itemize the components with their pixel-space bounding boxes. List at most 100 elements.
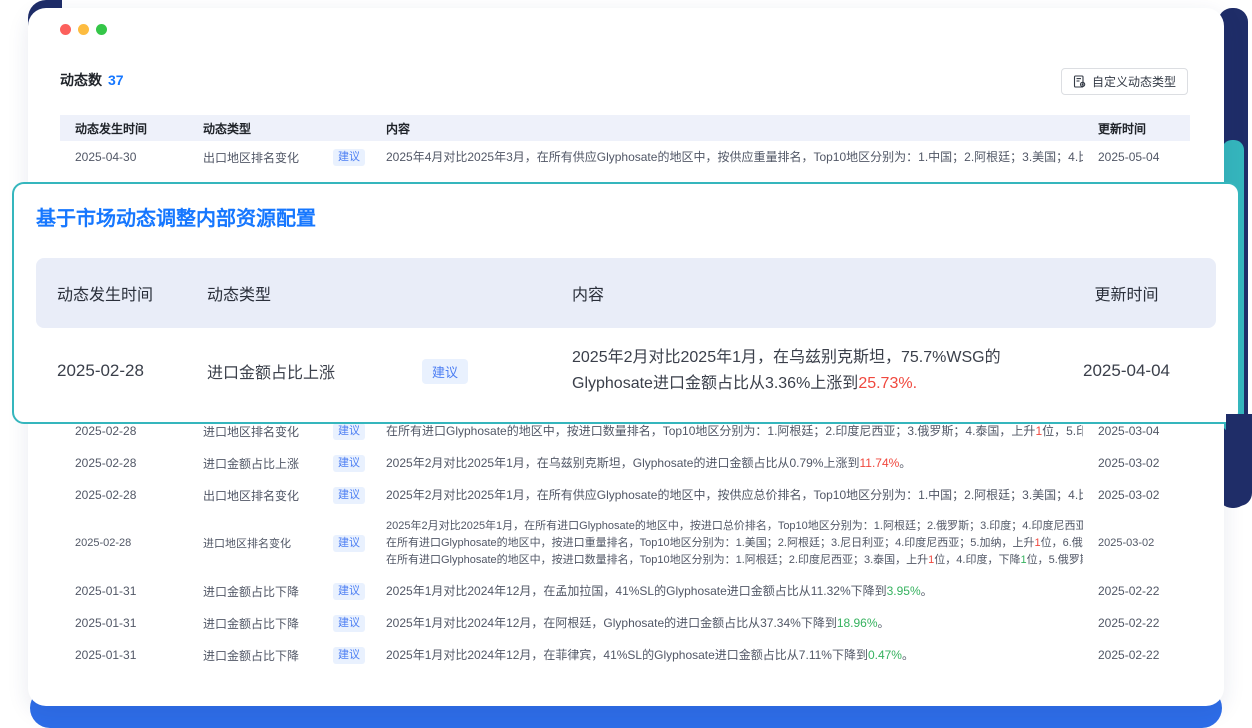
header-content: 内容 bbox=[371, 120, 1083, 137]
overlay-header-time: 动态发生时间 bbox=[57, 281, 207, 305]
content-line: 2025年2月对比2025年1月，在所有进口Glyphosate的地区中，按进口… bbox=[386, 518, 1083, 535]
row-type: 进口地区排名变化 bbox=[188, 535, 333, 551]
maximize-window-icon[interactable] bbox=[96, 24, 107, 35]
value-up-text: 11.74% bbox=[859, 456, 899, 470]
content-line: 2025年4月对比2025年3月，在所有供应Glyphosate的地区中，按供应… bbox=[386, 149, 1083, 166]
row-content: 2025年1月对比2024年12月，在孟加拉国，41%SL的Glyphosate… bbox=[371, 583, 1083, 600]
content-line: 在所有进口Glyphosate的地区中，按进口数量排名，Top10地区分别为：1… bbox=[386, 423, 1083, 440]
content-text: 2025年1月对比2024年12月，在菲律宾，41%SL的Glyphosate进… bbox=[386, 648, 868, 662]
overlay-row-type: 进口金额占比上涨 bbox=[207, 359, 422, 383]
table-row[interactable]: 2025-02-28进口地区排名变化建议 2025年2月对比2025年1月，在所有… bbox=[60, 511, 1190, 575]
row-updated: 2025-03-02 bbox=[1083, 456, 1190, 470]
overlay-header-content: 内容 bbox=[572, 281, 1037, 305]
row-updated: 2025-02-22 bbox=[1083, 584, 1190, 598]
overlay-header-row: 动态发生时间 动态类型 内容 更新时间 bbox=[36, 258, 1216, 328]
content-text: 2025年1月对比2024年12月，在阿根廷，Glyphosate的进口金额占比… bbox=[386, 616, 837, 630]
content-line: 2025年1月对比2024年12月，在阿根廷，Glyphosate的进口金额占比… bbox=[386, 615, 1083, 632]
overlay-data-row[interactable]: 2025-02-28 进口金额占比上涨 建议 2025年2月对比2025年1月，… bbox=[36, 328, 1216, 414]
content-text: 。 bbox=[878, 616, 890, 630]
row-updated: 2025-03-02 bbox=[1083, 537, 1190, 549]
suggestion-badge: 建议 bbox=[333, 535, 365, 552]
content-text: 2025年2月对比2025年1月，在所有进口Glyphosate的地区中，按进口… bbox=[386, 520, 1083, 532]
suggestion-badge: 建议 bbox=[333, 615, 365, 632]
value-down-text: 0.47% bbox=[868, 648, 902, 662]
row-updated: 2025-02-22 bbox=[1083, 616, 1190, 630]
row-content: 2025年4月对比2025年3月，在所有供应Glyphosate的地区中，按供应… bbox=[371, 149, 1083, 166]
row-type: 出口地区排名变化 bbox=[188, 487, 333, 504]
window-controls bbox=[60, 24, 107, 35]
content-line: 2025年1月对比2024年12月，在菲律宾，41%SL的Glyphosate进… bbox=[386, 647, 1083, 664]
row-content: 2025年1月对比2024年12月，在菲律宾，41%SL的Glyphosate进… bbox=[371, 647, 1083, 664]
content-text: 2025年4月对比2025年3月，在所有供应Glyphosate的地区中，按供应… bbox=[386, 150, 1083, 164]
minimize-window-icon[interactable] bbox=[78, 24, 89, 35]
content-line: 2025年1月对比2024年12月，在孟加拉国，41%SL的Glyphosate… bbox=[386, 583, 1083, 600]
overlay-row-updated: 2025-04-04 bbox=[1037, 361, 1216, 381]
content-text: 。 bbox=[902, 648, 914, 662]
content-text: 2025年2月对比2025年1月，在所有供应Glyphosate的地区中，按供应… bbox=[386, 488, 1083, 502]
content-line: 2025年2月对比2025年1月，在乌兹别克斯坦，Glyphosate的进口金额… bbox=[386, 455, 1083, 472]
table-row[interactable]: 2025-01-31进口金额占比下降建议2025年1月对比2024年12月，在孟… bbox=[60, 575, 1190, 607]
suggestion-badge: 建议 bbox=[333, 583, 365, 600]
overlay-row-content: 2025年2月对比2025年1月，在乌兹别克斯坦，75.7%WSG的Glypho… bbox=[572, 345, 1037, 397]
suggestion-badge: 建议 bbox=[333, 647, 365, 664]
row-type: 进口金额占比下降 bbox=[188, 647, 333, 664]
row-content: 2025年1月对比2024年12月，在阿根廷，Glyphosate的进口金额占比… bbox=[371, 615, 1083, 632]
overlay-header-type: 动态类型 bbox=[207, 281, 572, 305]
customize-dynamic-type-button[interactable]: 自定义动态类型 bbox=[1061, 68, 1188, 95]
table-row[interactable]: 2025-02-28进口金额占比上涨建议2025年2月对比2025年1月，在乌兹… bbox=[60, 447, 1190, 479]
suggestion-badge: 建议 bbox=[333, 487, 365, 504]
content-text: 在所有进口Glyphosate的地区中，按进口重量排名，Top10地区分别为：1… bbox=[386, 537, 1034, 549]
content-line: 在所有进口Glyphosate的地区中，按进口数量排名，Top10地区分别为：1… bbox=[386, 552, 1083, 569]
row-type: 出口地区排名变化 bbox=[188, 149, 333, 166]
row-time: 2025-04-30 bbox=[60, 150, 188, 164]
row-updated: 2025-03-04 bbox=[1083, 424, 1190, 438]
content-line: 2025年2月对比2025年1月，在所有供应Glyphosate的地区中，按供应… bbox=[386, 487, 1083, 504]
customize-button-label: 自定义动态类型 bbox=[1092, 73, 1176, 90]
overlay-header-updated: 更新时间 bbox=[1037, 281, 1216, 305]
header-updated: 更新时间 bbox=[1083, 120, 1190, 137]
table-row[interactable]: 2025-01-31进口金额占比下降建议 2025年1月对比2024年12月，在菲… bbox=[60, 639, 1190, 671]
row-updated: 2025-03-02 bbox=[1083, 488, 1190, 502]
row-content: 2025年2月对比2025年1月，在所有供应Glyphosate的地区中，按供应… bbox=[371, 487, 1083, 504]
screen: 动态数 37 自定义动态类型 动态发生时间 动态类型 内容 更新时间 bbox=[0, 0, 1252, 728]
header-time: 动态发生时间 bbox=[60, 120, 188, 137]
row-type: 进口金额占比下降 bbox=[188, 615, 333, 632]
value-down-text: 18.96% bbox=[837, 616, 878, 630]
content-text: 2025年1月对比2024年12月，在孟加拉国，41%SL的Glyphosate… bbox=[386, 584, 887, 598]
content-text: 位，4.印度，下降 bbox=[934, 554, 1020, 566]
row-updated: 2025-05-04 bbox=[1083, 150, 1190, 164]
content-text: 在所有进口Glyphosate的地区中，按进口数量排名，Top10地区分别为：1… bbox=[386, 424, 1035, 438]
content-text: 在所有进口Glyphosate的地区中，按进口数量排名，Top10地区分别为：1… bbox=[386, 554, 928, 566]
row-time: 2025-02-28 bbox=[60, 424, 188, 438]
suggestion-badge: 建议 bbox=[333, 455, 365, 472]
content-text: 位，6.俄罗... bbox=[1041, 537, 1083, 549]
content-text: 位，5.俄罗斯... bbox=[1027, 554, 1083, 566]
suggestion-badge: 建议 bbox=[333, 149, 365, 166]
dynamics-count-value: 37 bbox=[108, 72, 124, 88]
row-content: 2025年2月对比2025年1月，在所有进口Glyphosate的地区中，按进口… bbox=[371, 518, 1083, 569]
table-row[interactable]: 2025-04-30出口地区排名变化建议 2025年4月对比2025年3月，在所有… bbox=[60, 141, 1190, 173]
row-content: 在所有进口Glyphosate的地区中，按进口数量排名，Top10地区分别为：1… bbox=[371, 423, 1083, 440]
content-line: 在所有进口Glyphosate的地区中，按进口重量排名，Top10地区分别为：1… bbox=[386, 535, 1083, 552]
row-time: 2025-02-28 bbox=[60, 537, 188, 549]
row-type: 进口金额占比下降 bbox=[188, 583, 333, 600]
value-up-text: 25.73%. bbox=[858, 375, 917, 392]
row-time: 2025-01-31 bbox=[60, 616, 188, 630]
overlay-title: 基于市场动态调整内部资源配置 bbox=[36, 202, 316, 231]
row-updated: 2025-02-22 bbox=[1083, 648, 1190, 662]
overlay-row-time: 2025-02-28 bbox=[57, 361, 207, 381]
content-text: 2025年2月对比2025年1月，在乌兹别克斯坦，75.7%WSG的Glypho… bbox=[572, 349, 1001, 392]
header-type: 动态类型 bbox=[188, 120, 371, 137]
dynamics-count-label: 动态数 bbox=[60, 72, 102, 88]
content-text: 。 bbox=[921, 584, 933, 598]
table-header-row: 动态发生时间 动态类型 内容 更新时间 bbox=[60, 115, 1190, 141]
content-text: 2025年2月对比2025年1月，在乌兹别克斯坦，Glyphosate的进口金额… bbox=[386, 456, 859, 470]
table-row[interactable]: 2025-02-28出口地区排名变化建议 2025年2月对比2025年1月，在所有… bbox=[60, 479, 1190, 511]
close-window-icon[interactable] bbox=[60, 24, 71, 35]
table-row[interactable]: 2025-01-31进口金额占比下降建议 2025年1月对比2024年12月，在阿… bbox=[60, 607, 1190, 639]
customize-icon bbox=[1073, 75, 1086, 88]
row-time: 2025-01-31 bbox=[60, 648, 188, 662]
row-time: 2025-02-28 bbox=[60, 488, 188, 502]
overlay-panel: 基于市场动态调整内部资源配置 动态发生时间 动态类型 内容 更新时间 2025-… bbox=[12, 182, 1240, 424]
page-title: 动态数 37 bbox=[60, 70, 124, 90]
